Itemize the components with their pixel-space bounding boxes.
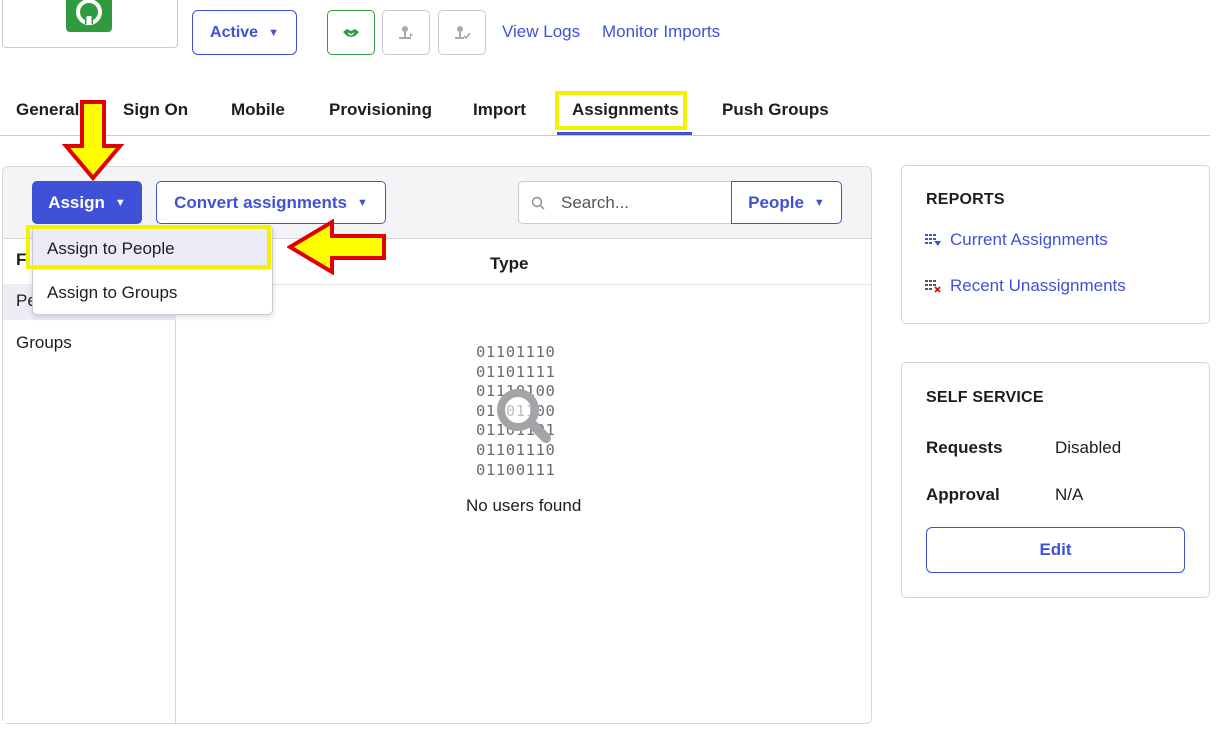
- assign-button[interactable]: Assign ▼: [32, 181, 142, 224]
- assign-label: Assign: [48, 192, 105, 212]
- empty-state-message: No users found: [466, 496, 582, 515]
- convert-assignments-button[interactable]: Convert assignments ▼: [156, 181, 386, 224]
- approval-value: N/A: [1055, 485, 1084, 504]
- search-input[interactable]: [559, 191, 713, 214]
- requests-label: Requests: [926, 438, 1003, 457]
- approval-label: Approval: [926, 485, 1000, 504]
- view-logs-link[interactable]: View Logs: [502, 22, 580, 42]
- recent-unassignments-label: Recent Unassignments: [950, 276, 1126, 295]
- push-user-button[interactable]: [382, 10, 430, 55]
- binary-line: 01101111: [476, 362, 556, 381]
- convert-assignments-label: Convert assignments: [174, 192, 347, 212]
- menu-item-label: Assign to Groups: [47, 282, 178, 302]
- edit-self-service-button[interactable]: Edit: [926, 527, 1185, 573]
- tab-import[interactable]: Import: [473, 100, 526, 120]
- current-assignments-label: Current Assignments: [950, 230, 1108, 249]
- reports-title: REPORTS: [926, 191, 1005, 208]
- assign-to-people-highlight: [26, 225, 271, 269]
- magnifier-icon: [490, 382, 556, 453]
- tab-provisioning[interactable]: Provisioning: [329, 100, 432, 120]
- handshake-icon: [343, 28, 359, 37]
- monitor-imports-link[interactable]: Monitor Imports: [602, 22, 720, 42]
- type-column-header: Type: [490, 254, 529, 273]
- edit-label: Edit: [1039, 540, 1072, 559]
- left-arrow-annotation: [287, 219, 386, 275]
- current-assignments-link[interactable]: Current Assignments: [925, 230, 1108, 250]
- tab-mobile[interactable]: Mobile: [231, 100, 285, 120]
- filter-groups[interactable]: Groups: [16, 333, 72, 353]
- tabs-divider: [0, 135, 1210, 136]
- people-filter-label: People: [748, 192, 804, 212]
- requests-value: Disabled: [1055, 438, 1122, 457]
- reactivate-user-button[interactable]: [438, 10, 486, 55]
- tab-push-groups[interactable]: Push Groups: [722, 100, 829, 120]
- search-box: [518, 181, 733, 224]
- chevron-down-icon: ▼: [268, 26, 279, 39]
- active-tab-indicator: [557, 132, 692, 135]
- tab-sign-on[interactable]: Sign On: [123, 100, 188, 120]
- report-grid-remove-icon: [925, 280, 941, 293]
- binary-line: 01101110: [476, 343, 556, 361]
- chevron-down-icon: ▼: [813, 196, 825, 209]
- binary-line: 01100111: [476, 460, 556, 479]
- down-arrow-annotation: [62, 100, 124, 182]
- table-header-divider: [177, 284, 871, 285]
- status-label: Active: [210, 23, 259, 41]
- people-filter-dropdown[interactable]: People ▼: [731, 181, 842, 224]
- handshake-button[interactable]: [327, 10, 375, 55]
- assign-to-groups-item[interactable]: Assign to Groups: [33, 271, 272, 314]
- github-icon: [66, 0, 112, 32]
- report-grid-icon: [925, 234, 941, 246]
- recent-unassignments-link[interactable]: Recent Unassignments: [925, 276, 1126, 296]
- status-dropdown[interactable]: Active ▼: [192, 10, 297, 55]
- user-push-icon: [399, 25, 413, 39]
- filters-heading: F: [16, 250, 27, 269]
- chevron-down-icon: ▼: [114, 196, 126, 209]
- chevron-down-icon: ▼: [357, 196, 368, 209]
- self-service-title: SELF SERVICE: [926, 389, 1044, 406]
- search-icon: [531, 196, 545, 210]
- user-reactivate-icon: [455, 25, 471, 39]
- assignments-tab-highlight: [555, 91, 687, 130]
